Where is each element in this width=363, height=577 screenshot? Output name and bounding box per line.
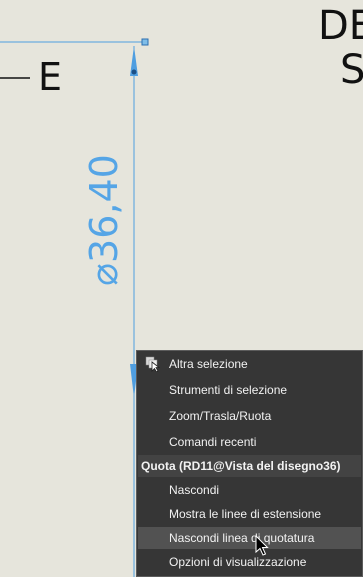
title-block-text-2: S [340, 47, 363, 93]
title-block-text-1: DE [318, 3, 363, 49]
menu-item-zoom-pan-rotate[interactable]: Zoom/Trasla/Ruota [138, 405, 361, 427]
menu-item-selection-tools[interactable]: Strumenti di selezione [138, 379, 361, 401]
menu-item-other-selection[interactable]: Altra selezione [138, 353, 361, 375]
menu-item-label: Strumenti di selezione [169, 383, 288, 397]
menu-item-label: Opzioni di visualizzazione [169, 555, 307, 569]
menu-item-recent-commands[interactable]: Comandi recenti [138, 431, 361, 453]
menu-item-hide[interactable]: Nascondi [138, 479, 361, 501]
menu-item-label: Altra selezione [169, 357, 248, 371]
menu-item-label: Nascondi [169, 483, 220, 497]
section-label: E [38, 55, 63, 99]
menu-item-label: Mostra le linee di estensione [169, 507, 322, 521]
mouse-cursor-icon [255, 535, 269, 556]
context-menu: Altra selezione Strumenti di selezione Z… [136, 350, 363, 577]
menu-item-label: Zoom/Trasla/Ruota [169, 409, 272, 423]
menu-item-show-extension-lines[interactable]: Mostra le linee di estensione [138, 503, 361, 525]
menu-item-display-options[interactable]: Opzioni di visualizzazione [138, 551, 361, 573]
menu-item-label: Nascondi linea di quotatura [169, 531, 315, 545]
menu-section-header: Quota (RD11@Vista del disegno36) [138, 455, 361, 477]
menu-item-hide-dimension-line[interactable]: Nascondi linea di quotatura [138, 527, 361, 549]
select-other-icon [145, 356, 161, 373]
menu-item-label: Comandi recenti [169, 435, 257, 449]
